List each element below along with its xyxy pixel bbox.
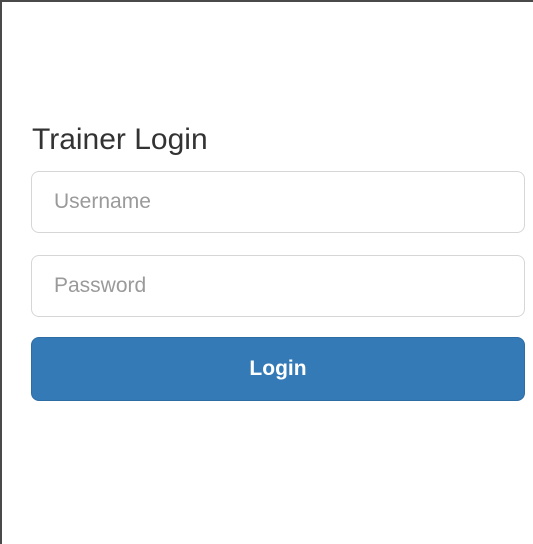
page-title: Trainer Login <box>32 123 208 156</box>
login-form: Trainer Login Login <box>31 120 525 401</box>
login-button[interactable]: Login <box>31 337 525 401</box>
login-panel: Trainer Login Login <box>0 0 533 544</box>
password-input[interactable] <box>31 255 525 317</box>
username-input[interactable] <box>31 171 525 233</box>
